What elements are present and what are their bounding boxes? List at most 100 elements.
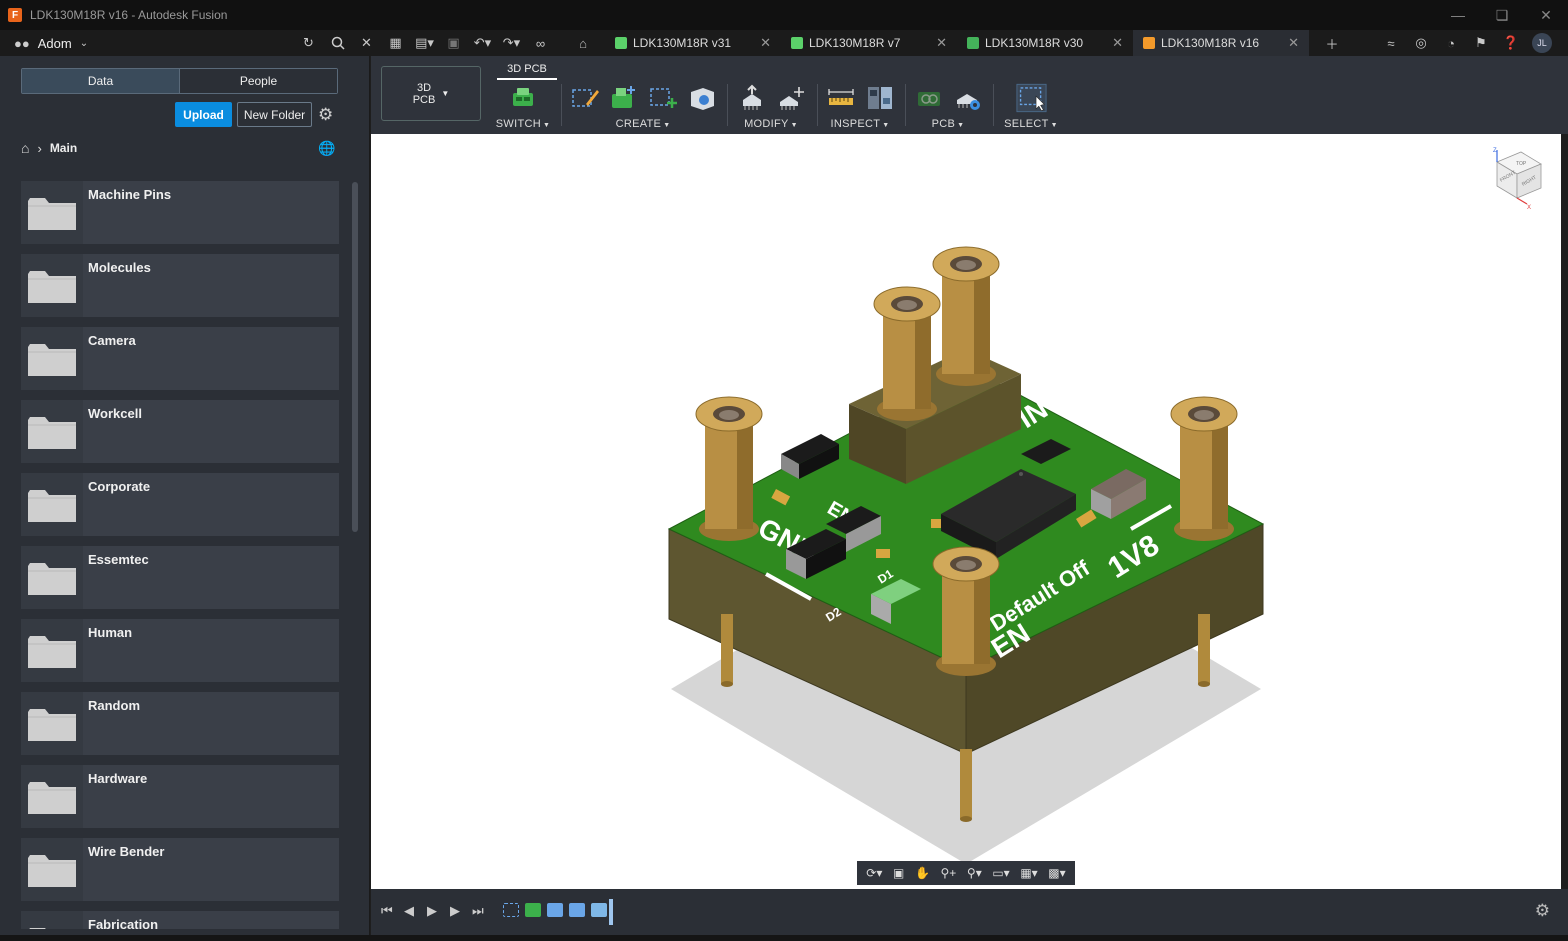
sketch-outline-icon[interactable] (569, 82, 600, 113)
new-tab-icon[interactable]: ＋ (1317, 30, 1347, 56)
minimize-button[interactable]: — (1436, 0, 1480, 30)
file-menu-icon[interactable]: ▤▾ (410, 30, 439, 56)
folder-thumbnail (21, 838, 83, 901)
group-label[interactable]: PCB (932, 118, 956, 130)
viewcube[interactable]: TOP FRONT RIGHT Z X (1483, 146, 1547, 215)
redo-icon[interactable]: ↷▾ (497, 30, 526, 56)
search-icon[interactable] (323, 30, 352, 56)
online-status-icon[interactable]: ◎ (1406, 30, 1436, 56)
folder-list-scrollbar[interactable] (352, 182, 358, 532)
folder-item[interactable]: Hardware (21, 765, 339, 828)
group-label[interactable]: CREATE (616, 118, 662, 130)
folder-item[interactable]: Camera (21, 327, 339, 390)
timeline-sketch-feature[interactable] (503, 903, 519, 917)
globe-icon[interactable]: 🌐 (318, 140, 335, 157)
folder-item[interactable]: Workcell (21, 400, 339, 463)
step-back-icon[interactable]: ◀ (404, 903, 414, 919)
team-selector[interactable]: ●● Adom ⌄ (14, 36, 294, 51)
viewports-icon[interactable]: ▩▾ (1048, 866, 1065, 880)
home-icon[interactable]: ⌂ (21, 140, 29, 156)
folder-item[interactable]: Essemtec (21, 546, 339, 609)
folder-item[interactable]: Wire Bender (21, 838, 339, 901)
fit-icon[interactable]: ⚲▾ (967, 866, 982, 880)
document-tab-3[interactable]: LDK130M18R v30 ✕ (957, 30, 1133, 56)
workspace-switcher[interactable]: 3D PCB ▼ (381, 66, 481, 121)
brass-standoff[interactable] (932, 246, 1000, 386)
pan-icon[interactable]: ✋ (915, 866, 930, 880)
timeline-image-feature[interactable] (569, 903, 585, 917)
brass-standoff[interactable] (695, 396, 763, 541)
undo-icon[interactable]: ↶▾ (468, 30, 497, 56)
go-to-end-icon[interactable]: ⏭ (472, 903, 484, 919)
pcb-link-icon[interactable] (913, 82, 944, 113)
add-outline-icon[interactable] (647, 82, 678, 113)
job-status-icon[interactable]: ◔ (1436, 30, 1466, 56)
orbit-icon[interactable]: ⟳▾ (866, 866, 882, 880)
group-label[interactable]: INSPECT (830, 118, 880, 130)
new-folder-button[interactable]: New Folder (237, 102, 312, 127)
home-tab[interactable]: ⌂ (561, 30, 605, 56)
close-tab-icon[interactable]: ✕ (1112, 35, 1123, 51)
switch-board-icon[interactable] (508, 82, 539, 113)
folder-item[interactable]: Random (21, 692, 339, 755)
timeline-component-feature[interactable] (591, 903, 607, 917)
tab-3d-pcb[interactable]: 3D PCB (497, 60, 557, 80)
refresh-icon[interactable]: ↻ (294, 30, 323, 56)
decal-icon[interactable] (686, 82, 717, 113)
gear-icon[interactable]: ⚙ (318, 105, 333, 125)
tab-label: LDK130M18R v31 (633, 36, 732, 50)
timeline-marker[interactable] (609, 899, 613, 925)
timeline-board-feature[interactable] (525, 903, 541, 917)
section-analysis-icon[interactable] (864, 82, 895, 113)
brass-standoff[interactable] (1170, 396, 1238, 541)
window-select-icon[interactable] (1015, 82, 1047, 113)
folder-item[interactable]: Corporate (21, 473, 339, 536)
folder-item[interactable]: Fabrication (21, 911, 339, 929)
data-tab[interactable]: Data (22, 69, 179, 93)
go-to-start-icon[interactable]: ⏮ (381, 903, 393, 919)
press-pull-icon[interactable] (736, 82, 767, 113)
grid-settings-icon[interactable]: ▦▾ (1020, 866, 1037, 880)
group-label[interactable]: SWITCH (496, 118, 541, 130)
upload-button[interactable]: Upload (175, 102, 232, 127)
close-tab-icon[interactable]: ✕ (760, 35, 771, 51)
timeline-settings-icon[interactable]: ⚙ (1535, 901, 1550, 921)
brass-standoff[interactable] (873, 286, 941, 421)
breadcrumb-current[interactable]: Main (50, 141, 77, 155)
folder-item[interactable]: Human (21, 619, 339, 682)
user-avatar[interactable]: JL (1532, 33, 1552, 53)
close-data-panel-icon[interactable]: ✕ (352, 30, 381, 56)
close-tab-icon[interactable]: ✕ (1288, 35, 1299, 51)
people-tab[interactable]: People (179, 69, 337, 93)
save-icon[interactable]: ▣ (439, 30, 468, 56)
group-label[interactable]: SELECT (1004, 118, 1049, 130)
document-tab-4[interactable]: LDK130M18R v16 ✕ (1133, 30, 1309, 56)
link-icon[interactable]: ∞ (526, 30, 555, 56)
help-icon[interactable]: ❓ (1496, 30, 1526, 56)
create-component-icon[interactable] (608, 82, 639, 113)
step-forward-icon[interactable]: ▶ (450, 903, 460, 919)
look-at-icon[interactable]: ▣ (893, 866, 904, 880)
document-tab-1[interactable]: LDK130M18R v31 ✕ (605, 30, 781, 56)
folder-item[interactable]: Molecules (21, 254, 339, 317)
pcb-3d-model[interactable]: GND EN 1V8 Default Off EN D2 D1 IN (371, 134, 1561, 889)
app-grid-icon[interactable]: ▦ (381, 30, 410, 56)
brass-standoff[interactable] (932, 546, 1000, 676)
document-tab-2[interactable]: LDK130M18R v7 ✕ (781, 30, 957, 56)
zoom-icon[interactable]: ⚲+ (941, 866, 957, 880)
notifications-icon[interactable]: ⚑ (1466, 30, 1496, 56)
pcb-settings-icon[interactable] (952, 82, 983, 113)
timeline-image-feature[interactable] (547, 903, 563, 917)
extensions-icon[interactable]: ≈ (1376, 30, 1406, 56)
folder-item[interactable]: Machine Pins (21, 181, 339, 244)
close-window-button[interactable]: ✕ (1524, 0, 1568, 30)
restore-button[interactable]: ❏ (1480, 0, 1524, 30)
move-component-icon[interactable] (775, 82, 806, 113)
close-tab-icon[interactable]: ✕ (936, 35, 947, 51)
folder-thumbnail (21, 619, 83, 682)
display-settings-icon[interactable]: ▭▾ (992, 866, 1009, 880)
group-label[interactable]: MODIFY (744, 118, 789, 130)
measure-icon[interactable] (825, 82, 856, 113)
3d-viewport[interactable]: GND EN 1V8 Default Off EN D2 D1 IN TOP F… (371, 134, 1561, 889)
play-icon[interactable]: ▶ (427, 903, 437, 919)
